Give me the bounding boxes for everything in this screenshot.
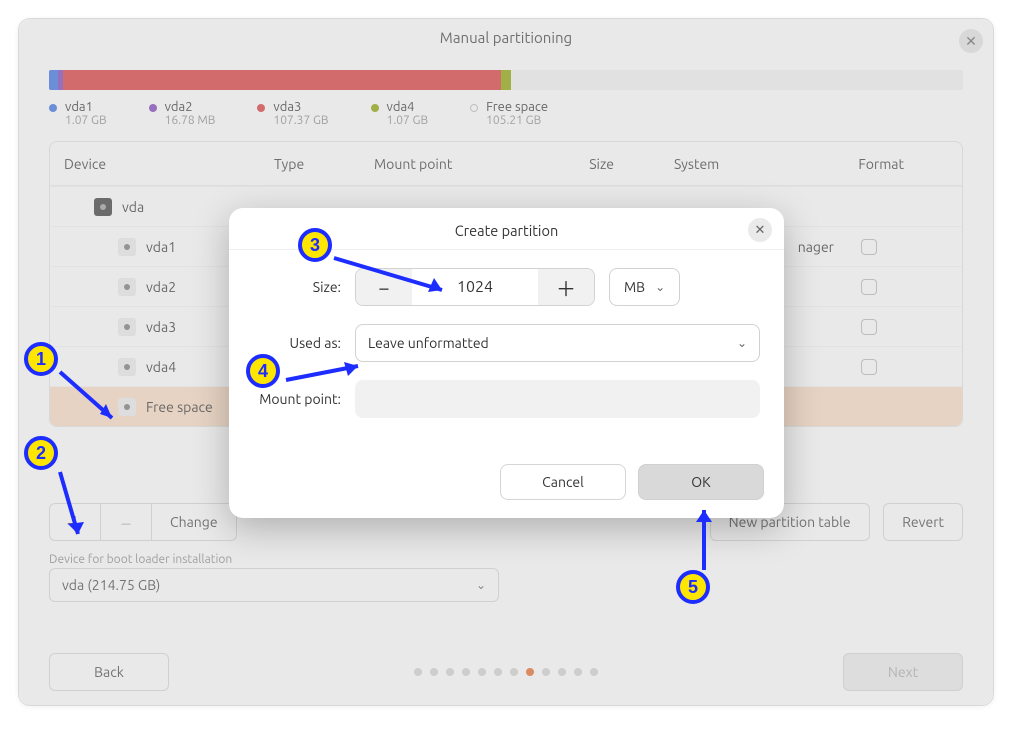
create-partition-dialog: Create partition ✕ Size: − 1024 ＋ MB ⌄ U… bbox=[229, 208, 784, 518]
chevron-down-icon: ⌄ bbox=[476, 578, 486, 592]
chevron-down-icon: ⌄ bbox=[655, 280, 665, 294]
size-input[interactable]: 1024 bbox=[412, 269, 538, 305]
used-as-select[interactable]: Leave unformatted ⌄ bbox=[355, 324, 760, 362]
disk-usage-bar bbox=[49, 70, 963, 90]
disk-icon bbox=[118, 318, 136, 336]
next-button[interactable]: Next bbox=[843, 653, 963, 691]
change-partition-button[interactable]: Change bbox=[151, 503, 237, 541]
back-button[interactable]: Back bbox=[49, 653, 169, 691]
dialog-header: Create partition ✕ bbox=[229, 208, 784, 250]
bootloader: Device for boot loader installation vda … bbox=[49, 553, 963, 602]
format-checkbox[interactable] bbox=[861, 359, 877, 375]
legend: vda11.07 GB vda216.78 MB vda3107.37 GB v… bbox=[49, 100, 963, 127]
pager-dots bbox=[169, 668, 843, 676]
size-label: Size: bbox=[253, 279, 341, 295]
size-increment-button[interactable]: ＋ bbox=[538, 269, 594, 305]
footer: Back Next bbox=[19, 653, 993, 691]
window-close-button[interactable]: ✕ bbox=[959, 29, 983, 53]
used-as-label: Used as: bbox=[253, 335, 341, 351]
format-checkbox[interactable] bbox=[861, 239, 877, 255]
page-title: Manual partitioning bbox=[440, 29, 572, 46]
disk-icon bbox=[94, 198, 112, 216]
size-stepper[interactable]: − 1024 ＋ bbox=[355, 268, 595, 306]
legend-item: vda3107.37 GB bbox=[257, 100, 328, 127]
col-mount: Mount point bbox=[374, 156, 524, 172]
size-decrement-button[interactable]: − bbox=[356, 269, 412, 305]
format-checkbox[interactable] bbox=[861, 319, 877, 335]
col-size: Size bbox=[524, 156, 614, 172]
add-partition-button[interactable]: ＋ bbox=[49, 503, 101, 541]
disk-icon bbox=[118, 358, 136, 376]
legend-item: vda11.07 GB bbox=[49, 100, 107, 127]
dialog-close-button[interactable]: ✕ bbox=[748, 218, 772, 242]
ok-button[interactable]: OK bbox=[638, 464, 764, 500]
revert-button[interactable]: Revert bbox=[883, 503, 963, 541]
legend-item: vda216.78 MB bbox=[149, 100, 216, 127]
bar-seg-vda1 bbox=[49, 70, 58, 90]
col-type: Type bbox=[274, 156, 374, 172]
format-checkbox[interactable] bbox=[861, 279, 877, 295]
bootloader-label: Device for boot loader installation bbox=[49, 553, 963, 566]
page-header: Manual partitioning ✕ bbox=[19, 19, 993, 52]
bar-seg-vda4 bbox=[501, 70, 510, 90]
bootloader-select[interactable]: vda (214.75 GB) ⌄ bbox=[49, 568, 499, 602]
disk-icon bbox=[118, 278, 136, 296]
col-device: Device bbox=[64, 156, 274, 172]
table-header: Device Type Mount point Size System Form… bbox=[50, 142, 962, 186]
chevron-down-icon: ⌄ bbox=[737, 336, 747, 350]
legend-item: Free space105.21 GB bbox=[470, 100, 548, 127]
mount-point-input bbox=[355, 380, 760, 418]
disk-icon bbox=[118, 398, 136, 416]
mount-point-label: Mount point: bbox=[253, 391, 341, 407]
legend-item: vda41.07 GB bbox=[371, 100, 429, 127]
dialog-title: Create partition bbox=[455, 222, 558, 239]
remove-partition-button[interactable]: − bbox=[100, 503, 152, 541]
size-unit-select[interactable]: MB ⌄ bbox=[609, 268, 680, 306]
cancel-button[interactable]: Cancel bbox=[500, 464, 626, 500]
col-format: Format bbox=[834, 156, 904, 172]
disk-icon bbox=[118, 238, 136, 256]
col-system: System bbox=[614, 156, 834, 172]
bar-seg-vda3 bbox=[63, 70, 502, 90]
